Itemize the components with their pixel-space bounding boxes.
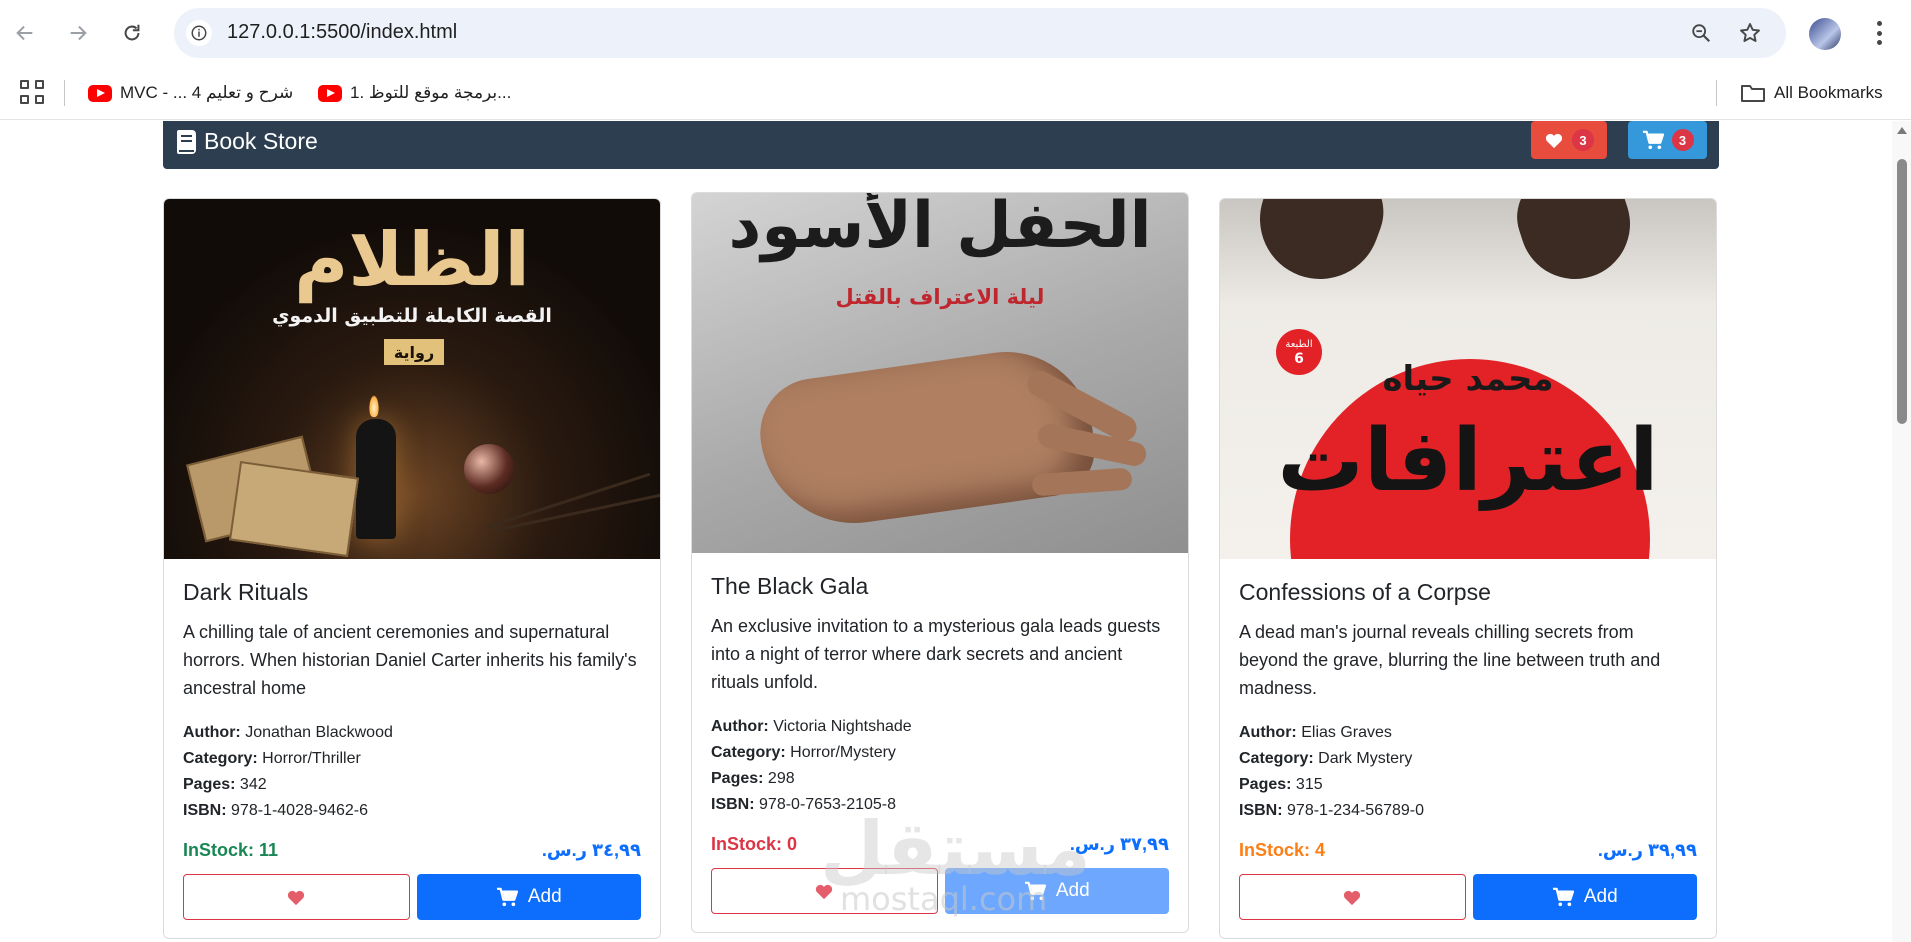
scroll-thumb[interactable] [1897,159,1907,424]
book-title: Dark Rituals [183,579,309,605]
bookmarks-bar: MVC - ... شرح و تعليم 4 1. برمجة موقع لل… [0,68,1911,120]
profile-avatar[interactable] [1809,18,1841,50]
heart-icon [816,884,833,900]
add-to-cart-button[interactable]: Add [1472,874,1697,920]
all-bookmarks-label: All Bookmarks [1774,83,1883,102]
book-icon [177,129,196,154]
cart-icon [496,887,518,907]
book-pages: Pages: 315 [1239,776,1323,793]
book-author: Author: Victoria Nightshade [711,718,912,735]
heart-icon [288,890,305,906]
cart-icon [1642,130,1664,150]
url-text[interactable]: 127.0.0.1:5500/index.html [227,21,457,44]
book-isbn: ISBN: 978-1-234-56789-0 [1239,802,1425,819]
cart-button[interactable]: 3 [1628,121,1707,159]
brand[interactable]: Book Store [177,128,318,155]
book-description: An exclusive invitation to a mysterious … [711,616,1161,692]
bookmark-item-web-dev[interactable]: 1. برمجة موقع للتوظ... [318,78,511,108]
book-isbn: ISBN: 978-0-7653-2105-8 [711,796,897,813]
favorites-count-badge: 3 [1572,129,1594,151]
address-bar[interactable]: 127.0.0.1:5500/index.html [174,8,1786,58]
page-viewport: Book Store 3 3 الظلام القصة الكاملة للتط… [0,121,1892,942]
candle [356,419,396,539]
store-navbar: Book Store 3 3 [163,121,1719,169]
cover-subtitle: القصة الكاملة للتطبيق الدموي [272,305,552,327]
browser-toolbar: 127.0.0.1:5500/index.html [0,0,1911,68]
cover-title: اعترافات [1277,411,1659,511]
brand-name: Book Store [204,128,318,154]
bookmark-star-icon[interactable] [1737,20,1763,46]
cover-title: الحفل الأسود [728,193,1152,263]
cart-count-badge: 3 [1671,129,1694,151]
favorites-button[interactable]: 3 [1531,121,1607,159]
book-card: الطبعة 6 محمد حياه اعترافات Confessions … [1219,198,1717,939]
stock-status: InStock: 0 [711,833,798,854]
apps-grid-icon[interactable] [20,80,44,104]
book-description: A chilling tale of ancient ceremonies an… [183,622,637,698]
add-label: Add [1583,886,1618,907]
forward-arrow-icon [70,25,87,41]
candle-flame [369,395,379,417]
add-to-cart-button-disabled[interactable]: Add [944,868,1169,914]
scroll-up-arrow-icon[interactable] [1897,127,1907,134]
stock-status: InStock: 4 [1239,839,1326,860]
add-to-favorites-button[interactable] [1239,874,1466,920]
bookmarks-divider [1716,80,1717,106]
bookmark-label: 1. برمجة موقع للتوظ... [350,83,512,102]
youtube-icon [318,84,342,102]
bookmark-item-mvc[interactable]: MVC - ... شرح و تعليم 4 [88,78,293,108]
cart-icon [1024,881,1046,901]
cover-title: الظلام [294,217,530,303]
bookmarks-divider [64,80,65,106]
book-card: الظلام القصة الكاملة للتطبيق الدموي رواي… [163,198,661,939]
browser-menu-icon[interactable] [1864,16,1894,50]
foot-illustration [1505,199,1645,294]
book-category: Category: Dark Mystery [1239,750,1413,767]
youtube-icon [88,84,112,102]
book-isbn: ISBN: 978-1-4028-9462-6 [183,802,369,819]
all-bookmarks-button[interactable]: All Bookmarks [1740,78,1883,108]
zoom-icon[interactable] [1688,20,1714,46]
book-description: A dead man's journal reveals chilling se… [1239,622,1661,698]
book-title: The Black Gala [711,573,869,599]
stock-status: InStock: 11 [183,839,279,860]
book-card: الحفل الأسود ليلة الاعتراف بالقتل The Bl… [691,192,1189,933]
book-cover: الحفل الأسود ليلة الاعتراف بالقتل [692,193,1188,553]
bookmark-label: MVC - ... شرح و تعليم 4 [120,83,294,102]
reload-button[interactable] [113,14,151,52]
tarot-card [229,461,359,557]
add-to-favorites-button[interactable] [183,874,410,920]
book-price: ٣٩,٩٩ ر.س. [1597,839,1697,860]
add-label: Add [1055,880,1090,901]
book-category: Category: Horror/Thriller [183,750,361,767]
book-cover: الظلام القصة الكاملة للتطبيق الدموي رواي… [164,199,660,559]
folder-icon [1741,85,1765,102]
add-label: Add [527,886,562,907]
book-cover: الطبعة 6 محمد حياه اعترافات [1220,199,1716,559]
book-pages: Pages: 342 [183,776,267,793]
reload-icon [124,24,140,41]
book-price: ٣٧,٩٩ ر.س. [1069,833,1169,854]
add-to-favorites-button[interactable] [711,868,938,914]
cover-author: محمد حياه [1382,359,1554,399]
cover-tag: رواية [384,339,444,365]
crystal-ball [464,444,514,494]
heart-icon [1344,890,1361,906]
cart-icon [1552,887,1574,907]
foot-illustration [1243,199,1397,296]
add-to-cart-button[interactable]: Add [416,874,641,920]
heart-icon [1545,133,1563,149]
book-author: Author: Elias Graves [1239,724,1392,741]
back-arrow-icon [16,25,33,41]
back-button[interactable] [6,14,44,52]
book-price: ٣٤,٩٩ ر.س. [541,839,641,860]
book-category: Category: Horror/Mystery [711,744,896,761]
book-pages: Pages: 298 [711,770,795,787]
site-info-icon[interactable] [186,20,212,46]
book-author: Author: Jonathan Blackwood [183,724,393,741]
book-title: Confessions of a Corpse [1239,579,1491,605]
cover-subtitle: ليلة الاعتراف بالقتل [835,285,1045,309]
forward-button[interactable] [59,14,97,52]
page-scrollbar[interactable] [1892,121,1911,942]
